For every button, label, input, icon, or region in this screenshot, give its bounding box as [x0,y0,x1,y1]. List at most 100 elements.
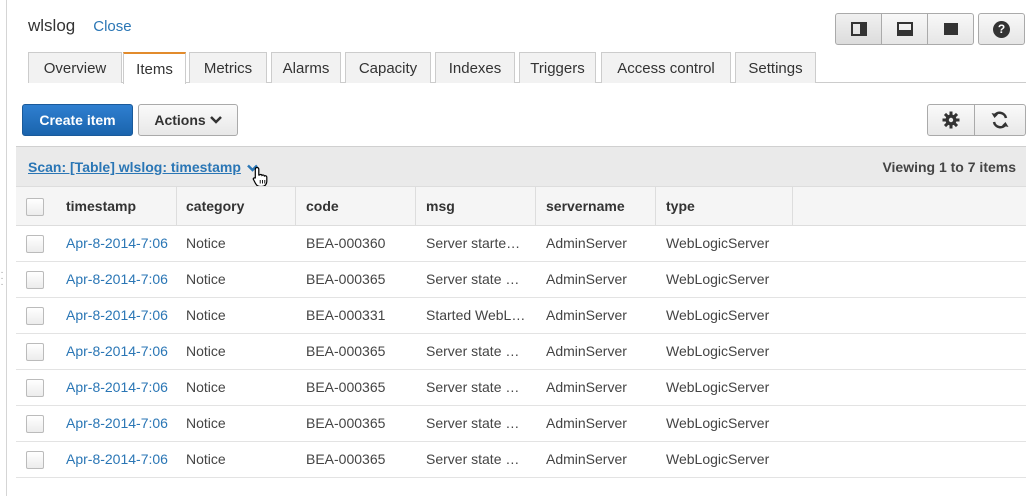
split-vertical-icon [850,22,867,36]
column-header-code[interactable]: code [296,187,416,226]
cell-servername: AdminServer [546,235,627,251]
table-row: Apr-8-2014-7:06 Notice BEA-000365 Server st… [16,262,1026,298]
cell-code: BEA-000365 [306,379,386,395]
cell-category: Notice [186,235,226,251]
cell-msg: Server started in RUNNING mode [426,235,526,251]
select-all-checkbox[interactable] [26,198,44,216]
cell-category: Notice [186,307,226,323]
column-header-type[interactable]: type [656,187,793,226]
tab-items[interactable]: Items [123,52,186,84]
scan-selector[interactable]: Scan: [Table] wlslog: timestamp [28,159,258,175]
cell-servername: AdminServer [546,379,627,395]
table-row: Apr-8-2014-7:06 Notice BEA-000365 Server st… [16,406,1026,442]
timestamp-link[interactable]: Apr-8-2014-7:06 [56,370,177,405]
tab-alarms[interactable]: Alarms [271,52,341,83]
cell-msg: Started WebLogic Admin Server [426,307,526,323]
tab-settings[interactable]: Settings [735,52,816,83]
cell-msg: Server state changed [426,415,526,431]
split-horizontal-button[interactable] [881,13,928,45]
cell-code: BEA-000360 [306,235,386,251]
split-vertical-button[interactable] [835,13,882,45]
resize-handle[interactable]: · · · [0,268,4,294]
cell-category: Notice [186,271,226,287]
viewing-count: Viewing 1 to 7 items [882,159,1016,175]
timestamp-link[interactable]: Apr-8-2014-7:06 [56,334,177,369]
hand-cursor-icon [252,166,268,188]
cell-category: Notice [186,451,226,467]
tab-indexes[interactable]: Indexes [435,52,515,83]
table-row: Apr-8-2014-7:06 Notice BEA-000365 Server st… [16,370,1026,406]
cell-code: BEA-000365 [306,451,386,467]
cell-category: Notice [186,379,226,395]
help-icon: ? [993,20,1010,38]
scan-label: Scan: [Table] wlslog: timestamp [28,159,241,175]
tab-triggers[interactable]: Triggers [519,52,596,83]
cell-type: WebLogicServer [666,451,770,467]
cell-code: BEA-000331 [306,307,386,323]
tab-metrics[interactable]: Metrics [189,52,267,83]
chevron-down-icon [209,106,222,136]
actions-dropdown[interactable]: Actions [138,104,238,136]
timestamp-link[interactable]: Apr-8-2014-7:06 [56,262,177,297]
tab-access-control[interactable]: Access control [601,52,731,83]
cell-type: WebLogicServer [666,379,770,395]
cell-type: WebLogicServer [666,235,770,251]
row-checkbox[interactable] [26,307,44,325]
row-checkbox[interactable] [26,451,44,469]
page-title: wlslog [28,16,76,35]
scan-bar: Scan: [Table] wlslog: timestamp Viewing … [16,146,1026,186]
view-toggle-group [835,13,974,45]
items-table: timestamp category code msg servername t… [16,186,1026,478]
cell-type: WebLogicServer [666,271,770,287]
table-header: wlslog Close [28,16,132,38]
tab-overview[interactable]: Overview [28,52,122,83]
row-checkbox[interactable] [26,379,44,397]
cell-code: BEA-000365 [306,271,386,287]
column-header-servername[interactable]: servername [536,187,656,226]
fullscreen-button[interactable] [927,13,974,45]
column-header-msg[interactable]: msg [416,187,536,226]
timestamp-link[interactable]: Apr-8-2014-7:06 [56,226,177,261]
refresh-button[interactable] [974,104,1026,136]
row-checkbox[interactable] [26,271,44,289]
fullscreen-icon [943,23,958,35]
cell-category: Notice [186,415,226,431]
row-checkbox[interactable] [26,235,44,253]
row-checkbox[interactable] [26,415,44,433]
tab-capacity[interactable]: Capacity [345,52,431,83]
cell-msg: Server state changed [426,271,526,287]
table-header-row: timestamp category code msg servername t… [16,186,1026,226]
cell-code: BEA-000365 [306,343,386,359]
timestamp-link[interactable]: Apr-8-2014-7:06 [56,298,177,333]
table-row: Apr-8-2014-7:06 Notice BEA-000365 Server st… [16,442,1026,478]
close-link[interactable]: Close [93,18,131,35]
panel-divider [6,0,7,496]
cell-servername: AdminServer [546,307,627,323]
refresh-icon [991,111,1009,129]
cell-servername: AdminServer [546,271,627,287]
create-item-button[interactable]: Create item [22,104,133,136]
cell-servername: AdminServer [546,415,627,431]
table-row: Apr-8-2014-7:06 Notice BEA-000331 Started W… [16,298,1026,334]
row-checkbox[interactable] [26,343,44,361]
cell-type: WebLogicServer [666,307,770,323]
settings-button[interactable] [927,104,975,136]
help-button[interactable]: ? [978,13,1025,45]
timestamp-link[interactable]: Apr-8-2014-7:06 [56,406,177,441]
column-header-category[interactable]: category [176,187,296,226]
cell-category: Notice [186,343,226,359]
cell-servername: AdminServer [546,343,627,359]
gear-icon [942,111,960,129]
table-row: Apr-8-2014-7:06 Notice BEA-000360 Server st… [16,226,1026,262]
cell-type: WebLogicServer [666,415,770,431]
cell-msg: Server state changed [426,451,526,467]
cell-servername: AdminServer [546,451,627,467]
split-horizontal-icon [896,22,913,36]
timestamp-link[interactable]: Apr-8-2014-7:06 [56,442,177,477]
table-row: Apr-8-2014-7:06 Notice BEA-000365 Server st… [16,334,1026,370]
cell-msg: Server state changed [426,343,526,359]
actions-label: Actions [154,112,206,128]
column-header-timestamp[interactable]: timestamp [56,187,177,226]
cell-msg: Server state changed [426,379,526,395]
cell-type: WebLogicServer [666,343,770,359]
